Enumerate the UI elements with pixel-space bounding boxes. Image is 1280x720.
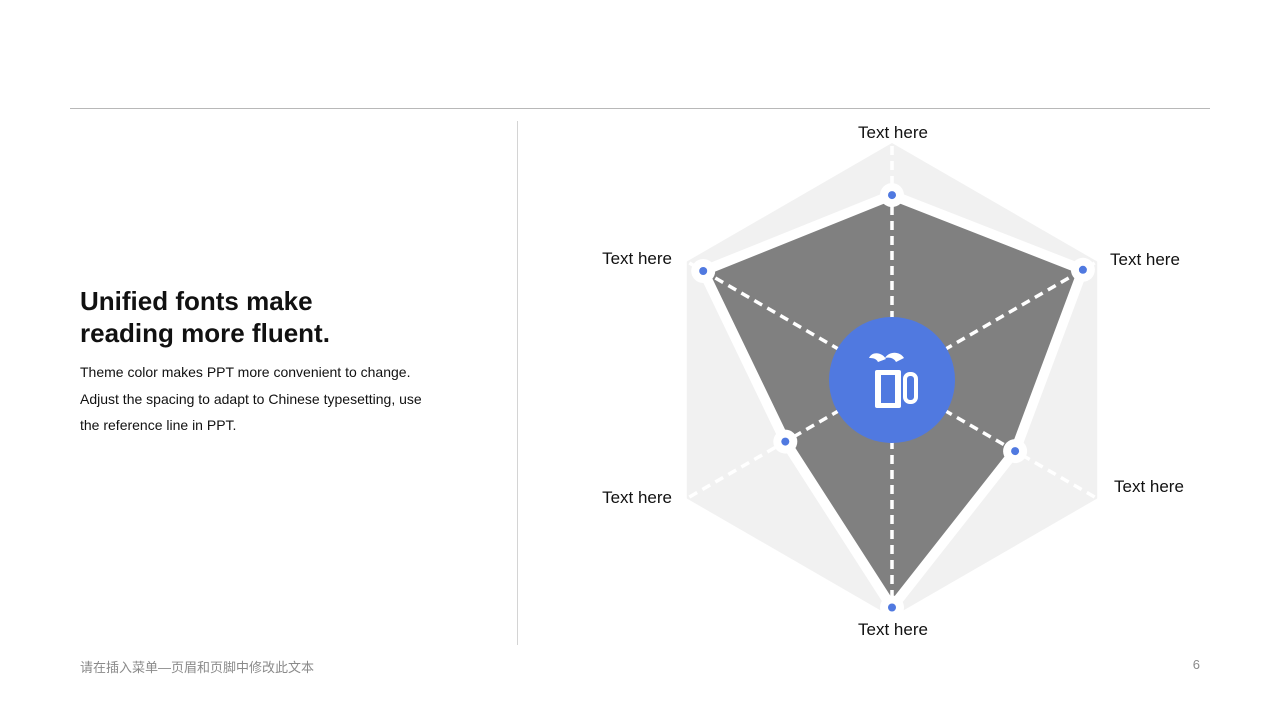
radar-marker-dot	[781, 437, 790, 446]
footer-text: 请在插入菜单—页眉和页脚中修改此文本	[80, 660, 315, 675]
axis-label-bottom: Text here	[858, 620, 928, 639]
axis-label-lower-left: Text here	[602, 488, 672, 507]
axis-label-lower-right: Text here	[1114, 477, 1184, 496]
radar-marker-dot	[1011, 447, 1020, 456]
radar-marker-dot	[888, 603, 896, 612]
page-number: 6	[1192, 657, 1200, 672]
radar-marker-dot	[888, 191, 896, 200]
radar-marker-dot	[1078, 265, 1087, 274]
radar-chart: Text here Text here Text here Text here …	[602, 123, 1184, 639]
axis-label-upper-right: Text here	[1110, 250, 1180, 269]
radar-marker-dot	[699, 267, 708, 275]
axis-label-top: Text here	[858, 123, 928, 142]
axis-label-upper-left: Text here	[602, 249, 672, 268]
